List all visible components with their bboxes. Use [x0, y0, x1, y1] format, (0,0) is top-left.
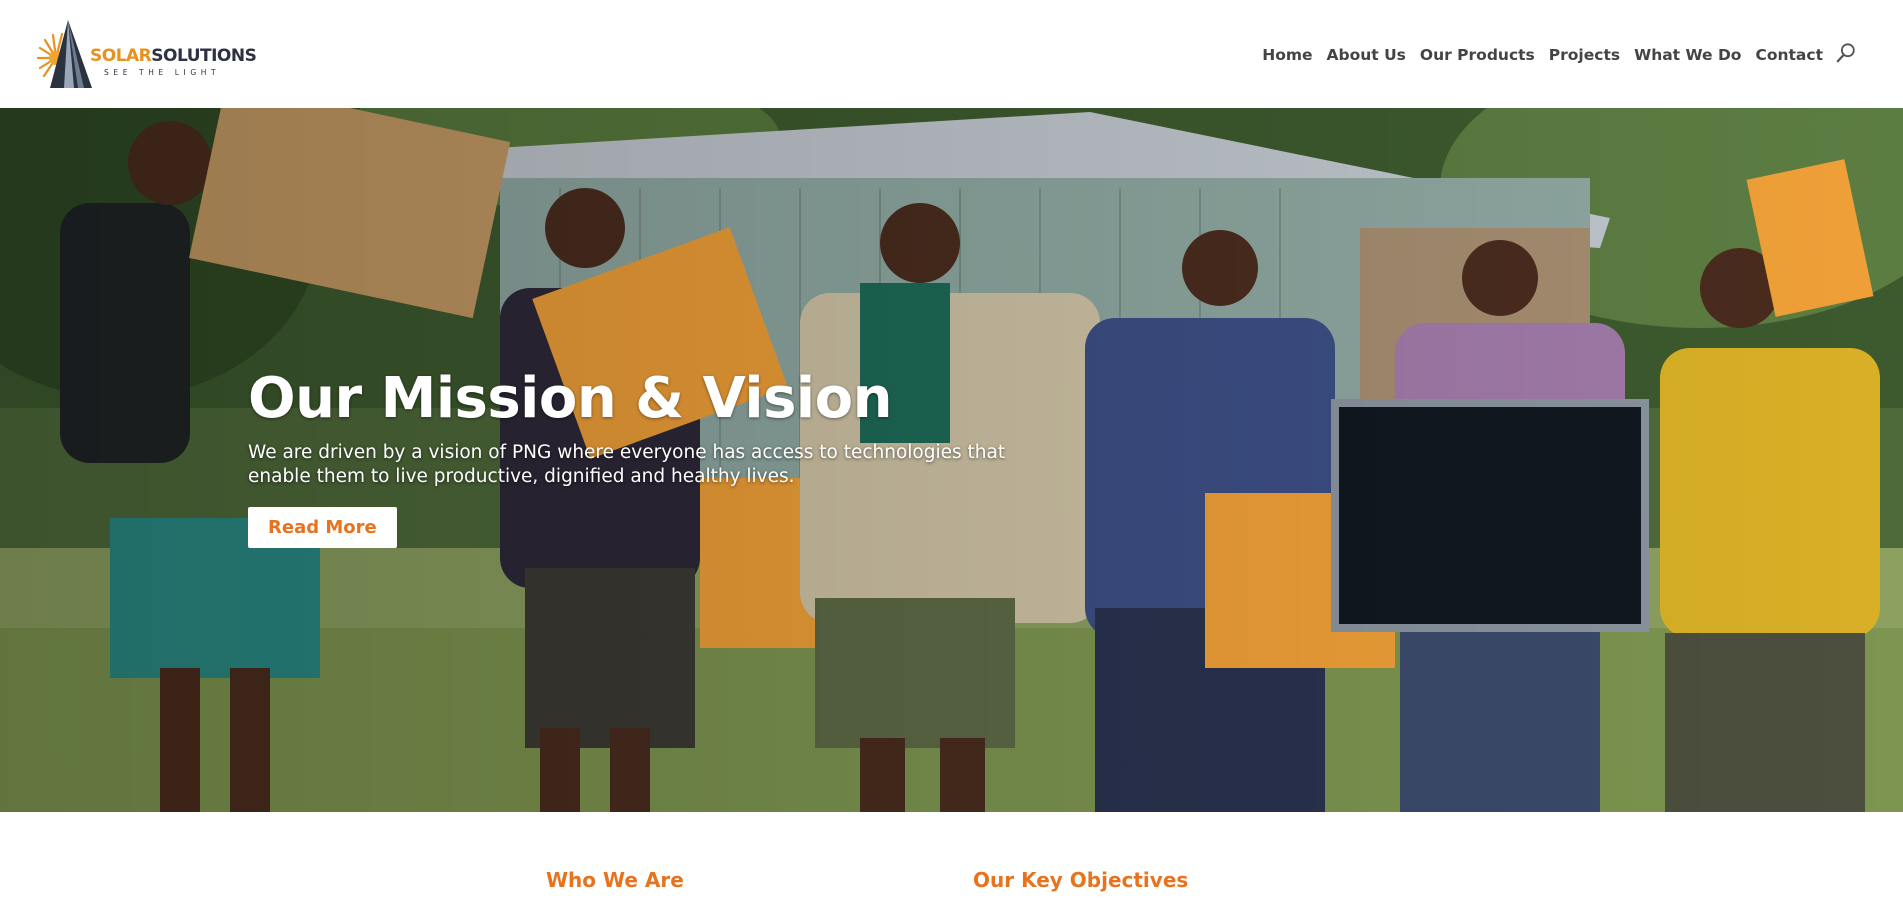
brand-name: SOLARSOLUTIONS — [90, 46, 257, 66]
nav-item-our-products[interactable]: Our Products — [1420, 46, 1535, 64]
brand-tagline: SEE THE LIGHT — [104, 68, 221, 77]
nav-item-what-we-do[interactable]: What We Do — [1634, 46, 1741, 64]
site-header: SOLARSOLUTIONS SEE THE LIGHT Home About … — [0, 0, 1903, 108]
main-nav: Home About Us Our Products Projects What… — [1248, 42, 1857, 66]
nav-item-home[interactable]: Home — [1262, 46, 1312, 64]
read-more-button[interactable]: Read More — [248, 506, 397, 548]
sun-logo-icon — [36, 20, 92, 88]
brand-name-solutions: SOLUTIONS — [151, 46, 257, 66]
hero-banner: Our Mission & Vision We are driven by a … — [0, 108, 1903, 812]
brand-name-solar: SOLAR — [90, 46, 152, 66]
nav-item-contact[interactable]: Contact — [1755, 46, 1823, 64]
who-we-are-heading: Who We Are — [546, 868, 684, 892]
intro-section: Who We Are Our Key Objectives — [0, 812, 1903, 919]
nav-item-about-us[interactable]: About Us — [1327, 46, 1406, 64]
nav-item-projects[interactable]: Projects — [1549, 46, 1620, 64]
hero-content: Our Mission & Vision We are driven by a … — [248, 366, 1028, 548]
site-logo[interactable]: SOLARSOLUTIONS SEE THE LIGHT — [34, 18, 257, 90]
key-objectives-heading: Our Key Objectives — [973, 868, 1189, 892]
search-icon[interactable] — [1835, 42, 1857, 64]
hero-title: Our Mission & Vision — [248, 366, 892, 431]
hero-description: We are driven by a vision of PNG where e… — [248, 441, 1006, 487]
